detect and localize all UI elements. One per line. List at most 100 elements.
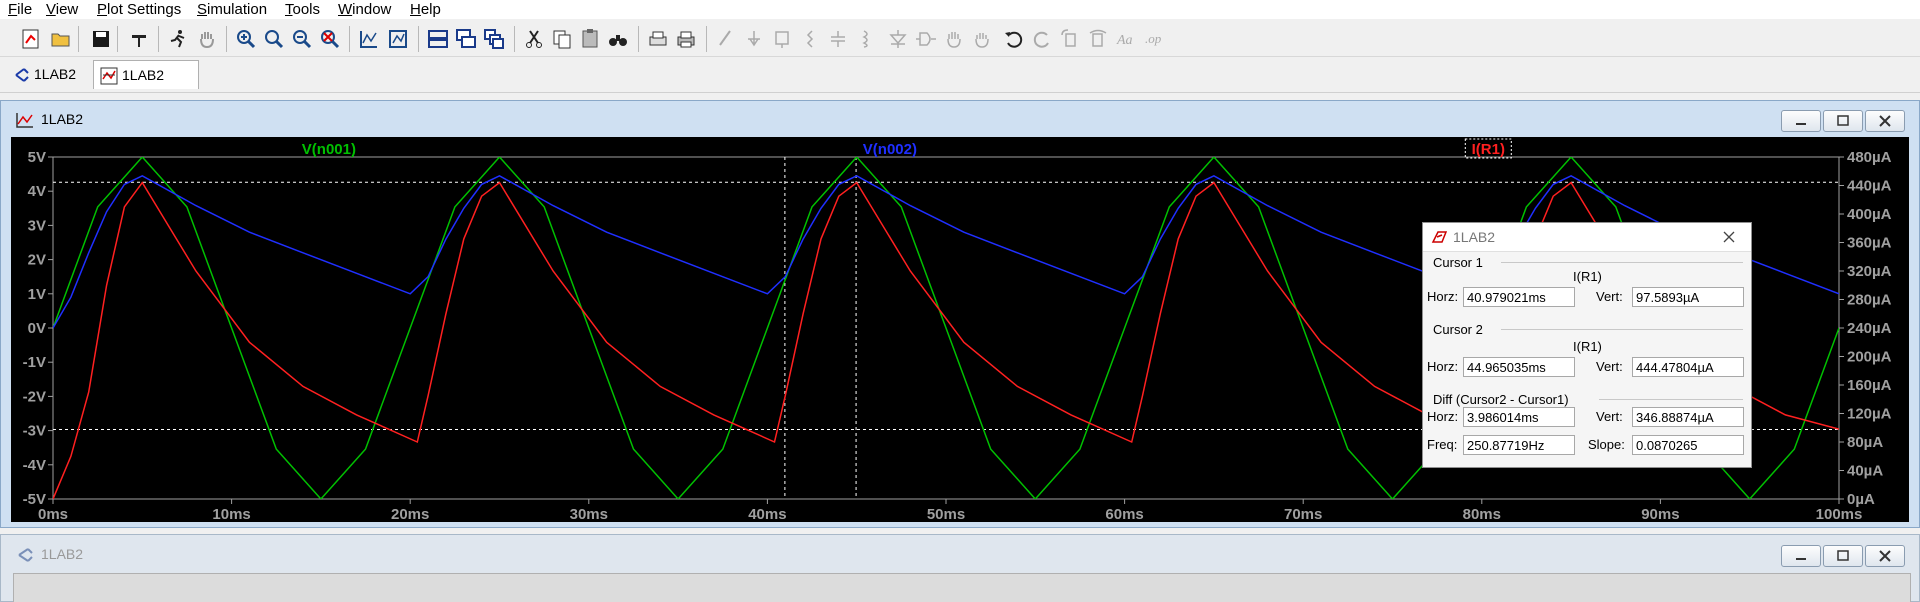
move-hand-icon[interactable] (942, 27, 966, 51)
diff-freq-field[interactable]: 250.87719Hz (1463, 435, 1575, 455)
tile-horizontal-icon[interactable] (426, 27, 450, 51)
x-tick-label: 100ms (1816, 506, 1863, 522)
diff-slope-field[interactable]: 0.0870265 (1632, 435, 1744, 455)
cursor2-heading: Cursor 2 (1433, 322, 1483, 337)
text-icon[interactable]: Aa (1114, 27, 1138, 51)
tab-schematic[interactable]: 1LAB2 (6, 60, 94, 88)
menu-plot-settings[interactable]: Plot Settings (97, 0, 181, 19)
zoom-fit-icon[interactable] (318, 27, 342, 51)
close-icon[interactable] (1721, 229, 1737, 245)
cascade-icon[interactable] (454, 27, 478, 51)
cursor-readout-window: 1LAB2 Cursor 1 I(R1) Horz: 40.979021ms V… (1422, 222, 1752, 468)
y-tick-label-left: -4V (23, 457, 46, 474)
cursor2-horz-field[interactable]: 44.965035ms (1463, 357, 1575, 377)
y-tick-label-left: -1V (23, 354, 46, 371)
cursor2-vert-label: Vert: (1596, 359, 1623, 374)
y-tick-label-left: 4V (28, 183, 46, 200)
find-binoculars-icon[interactable] (606, 27, 630, 51)
tile-vertical-icon[interactable] (482, 27, 506, 51)
mirror-icon[interactable] (1086, 27, 1110, 51)
menu-view[interactable]: View (46, 0, 78, 19)
rotate-icon[interactable] (1058, 27, 1082, 51)
minimize-button[interactable] (1781, 110, 1821, 132)
cursor1-vert-field[interactable]: 97.5893µA (1632, 287, 1744, 307)
diode-icon[interactable] (886, 27, 910, 51)
resistor-icon[interactable] (798, 27, 822, 51)
zoom-pan-icon[interactable] (262, 27, 286, 51)
x-tick-label: 40ms (748, 506, 786, 522)
zoom-in-icon[interactable] (234, 27, 258, 51)
zoom-out-icon[interactable] (290, 27, 314, 51)
spice-directive-icon[interactable]: .op (1142, 27, 1166, 51)
print-icon[interactable] (674, 27, 698, 51)
schematic-canvas[interactable] (13, 573, 1911, 602)
y-tick-label-left: 0V (28, 320, 46, 337)
y-tick-label-right: 320µA (1847, 263, 1892, 280)
wire-icon[interactable] (714, 27, 738, 51)
cursor-window-title: 1LAB2 (1453, 229, 1496, 245)
redo-icon[interactable] (1030, 27, 1054, 51)
control-panel-icon[interactable] (127, 27, 151, 51)
menu-window[interactable]: Window (338, 0, 391, 19)
print-setup-icon[interactable] (646, 27, 670, 51)
run-icon[interactable] (166, 27, 190, 51)
label-net-icon[interactable] (770, 27, 794, 51)
inductor-icon[interactable] (854, 27, 878, 51)
y-tick-label-left: 5V (28, 149, 46, 166)
cursor-window-titlebar[interactable]: 1LAB2 (1423, 223, 1751, 252)
diff-slope-label: Slope: (1588, 437, 1625, 452)
waveform-icon (100, 66, 118, 85)
close-button[interactable] (1865, 110, 1905, 132)
x-tick-label: 60ms (1105, 506, 1143, 522)
autorange-icon[interactable] (357, 27, 381, 51)
manual-limits-icon[interactable] (386, 27, 410, 51)
cursor2-vert-field[interactable]: 444.47804µA (1632, 357, 1744, 377)
window-titlebar[interactable]: 1LAB2 (1, 101, 1919, 137)
ltspice-logo-icon (1431, 230, 1448, 244)
paste-icon[interactable] (578, 27, 602, 51)
tab-waveform[interactable]: 1LAB2 (93, 60, 199, 89)
restore-button[interactable] (1823, 110, 1863, 132)
new-schematic-icon[interactable] (19, 27, 43, 51)
y-tick-label-left: -5V (23, 491, 46, 508)
ground-icon[interactable] (742, 27, 766, 51)
schematic-close-button[interactable] (1865, 545, 1905, 567)
y-tick-label-right: 40µA (1847, 463, 1883, 480)
y-tick-label-right: 280µA (1847, 292, 1892, 309)
cursor1-horz-field[interactable]: 40.979021ms (1463, 287, 1575, 307)
open-folder-icon[interactable] (49, 27, 73, 51)
menu-help[interactable]: Help (410, 0, 441, 19)
x-tick-label: 0ms (38, 506, 68, 522)
diff-vert-field[interactable]: 346.88874µA (1632, 407, 1744, 427)
y-tick-label-right: 480µA (1847, 149, 1892, 166)
waveform-icon (15, 110, 35, 130)
svg-text:.op: .op (1145, 31, 1162, 46)
diff-horz-field[interactable]: 3.986014ms (1463, 407, 1575, 427)
drag-hand-icon[interactable] (970, 27, 994, 51)
legend-i-r1: I(R1) (1472, 141, 1505, 158)
x-tick-label: 10ms (212, 506, 250, 522)
cursor1-vert-label: Vert: (1596, 289, 1623, 304)
y-tick-label-left: 1V (28, 286, 46, 303)
schematic-restore-button[interactable] (1823, 545, 1863, 567)
y-tick-label-left: 3V (28, 217, 46, 234)
cursor2-trace: I(R1) (1573, 339, 1602, 354)
y-tick-label-right: 120µA (1847, 406, 1892, 423)
menu-simulation[interactable]: Simulation (197, 0, 267, 19)
menu-file[interactable]: File (8, 0, 32, 19)
tab-label: 1LAB2 (122, 67, 165, 83)
diff-horz-label: Horz: (1427, 409, 1459, 424)
schematic-icon (15, 545, 35, 565)
window-title: 1LAB2 (41, 111, 84, 127)
component-icon[interactable] (914, 27, 938, 51)
cut-icon[interactable] (522, 27, 546, 51)
y-tick-label-right: 400µA (1847, 206, 1892, 223)
menu-tools[interactable]: Tools (285, 0, 320, 19)
schematic-minimize-button[interactable] (1781, 545, 1821, 567)
halt-icon[interactable] (195, 27, 219, 51)
undo-icon[interactable] (1002, 27, 1026, 51)
copy-icon[interactable] (550, 27, 574, 51)
schematic-window-title: 1LAB2 (41, 546, 84, 562)
capacitor-icon[interactable] (826, 27, 850, 51)
save-icon[interactable] (89, 27, 113, 51)
